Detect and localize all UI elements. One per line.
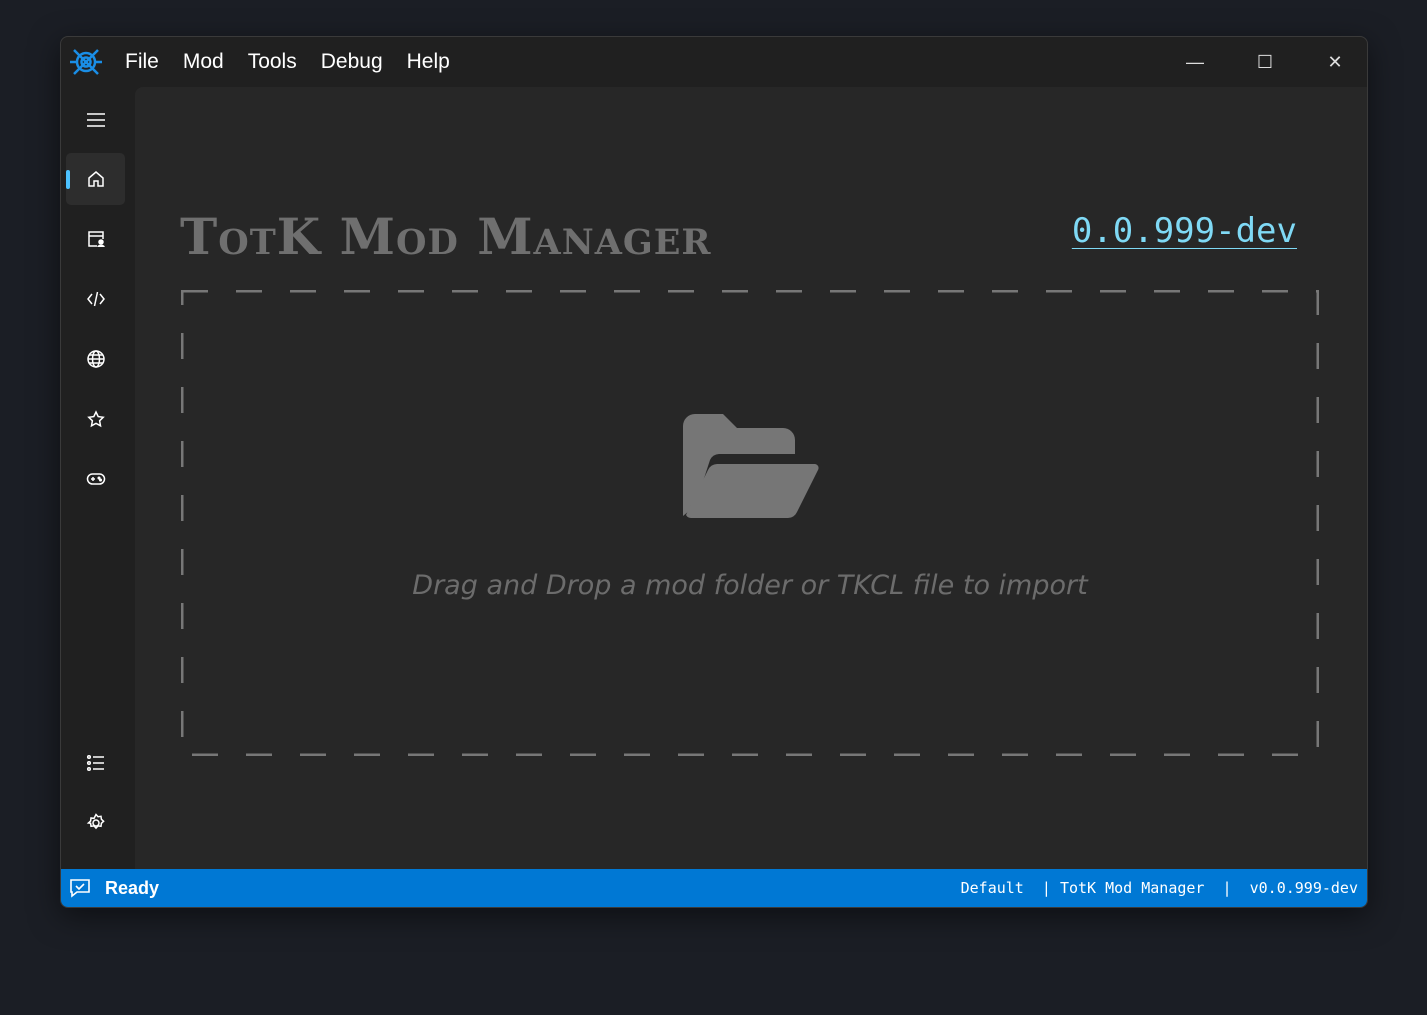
maximize-button[interactable]: ☐ xyxy=(1230,37,1300,87)
minimize-button[interactable]: — xyxy=(1160,37,1230,87)
sidebar-item-profiles[interactable] xyxy=(66,213,125,265)
drop-instructions: Drag and Drop a mod folder or TKCL file … xyxy=(412,570,1088,601)
menu-file[interactable]: File xyxy=(113,50,171,74)
sidebar-item-web[interactable] xyxy=(66,333,125,385)
menu-debug[interactable]: Debug xyxy=(309,50,395,74)
status-profile: Default xyxy=(960,879,1024,897)
sidebar-item-code[interactable] xyxy=(66,273,125,325)
mod-profile-icon xyxy=(87,231,105,248)
sidebar xyxy=(61,87,135,869)
sidebar-item-favorites[interactable] xyxy=(66,393,125,445)
title-bar[interactable]: File Mod Tools Debug Help — ☐ ✕ xyxy=(61,37,1367,87)
sidebar-toggle[interactable] xyxy=(66,94,125,146)
sidebar-item-logs[interactable] xyxy=(66,737,125,789)
drop-zone[interactable]: Drag and Drop a mod folder or TKCL file … xyxy=(181,290,1319,756)
menu-help[interactable]: Help xyxy=(395,50,462,74)
menu-icon xyxy=(86,113,105,127)
app-window: File Mod Tools Debug Help — ☐ ✕ TotK Mod… xyxy=(60,36,1368,908)
sidebar-item-home[interactable] xyxy=(66,153,125,205)
menu-bar: File Mod Tools Debug Help xyxy=(113,50,462,74)
status-bar: Ready Default | TotK Mod Manager | v0.0.… xyxy=(61,869,1367,907)
sidebar-item-emulator[interactable] xyxy=(66,453,125,505)
status-app-name: TotK Mod Manager xyxy=(1059,879,1205,897)
status-chat-check-icon xyxy=(70,879,90,898)
globe-icon xyxy=(86,350,105,368)
status-separator: | xyxy=(1222,879,1232,897)
star-icon xyxy=(86,410,105,428)
folder-open-icon xyxy=(683,414,819,518)
list-icon xyxy=(86,754,104,772)
status-separator: | xyxy=(1041,879,1051,897)
home-icon xyxy=(87,171,104,187)
menu-mod[interactable]: Mod xyxy=(171,50,236,74)
status-version: v0.0.999-dev xyxy=(1249,879,1358,897)
code-icon xyxy=(86,291,105,307)
menu-tools[interactable]: Tools xyxy=(236,50,309,74)
page-title: TotK Mod Manager xyxy=(180,207,712,266)
status-text: Ready xyxy=(105,877,160,898)
app-logo-icon xyxy=(70,49,102,75)
sidebar-item-settings[interactable] xyxy=(66,797,125,849)
version-link[interactable]: 0.0.999-dev xyxy=(1072,211,1297,251)
main-content: TotK Mod Manager 0.0.999-dev Drag and Dr… xyxy=(135,87,1367,869)
status-info: Default | TotK Mod Manager | v0.0.999-de… xyxy=(961,879,1358,897)
settings-icon xyxy=(86,813,105,830)
close-button[interactable]: ✕ xyxy=(1300,37,1367,87)
drop-zone-border xyxy=(181,290,1319,756)
gamepad-icon xyxy=(86,473,105,485)
